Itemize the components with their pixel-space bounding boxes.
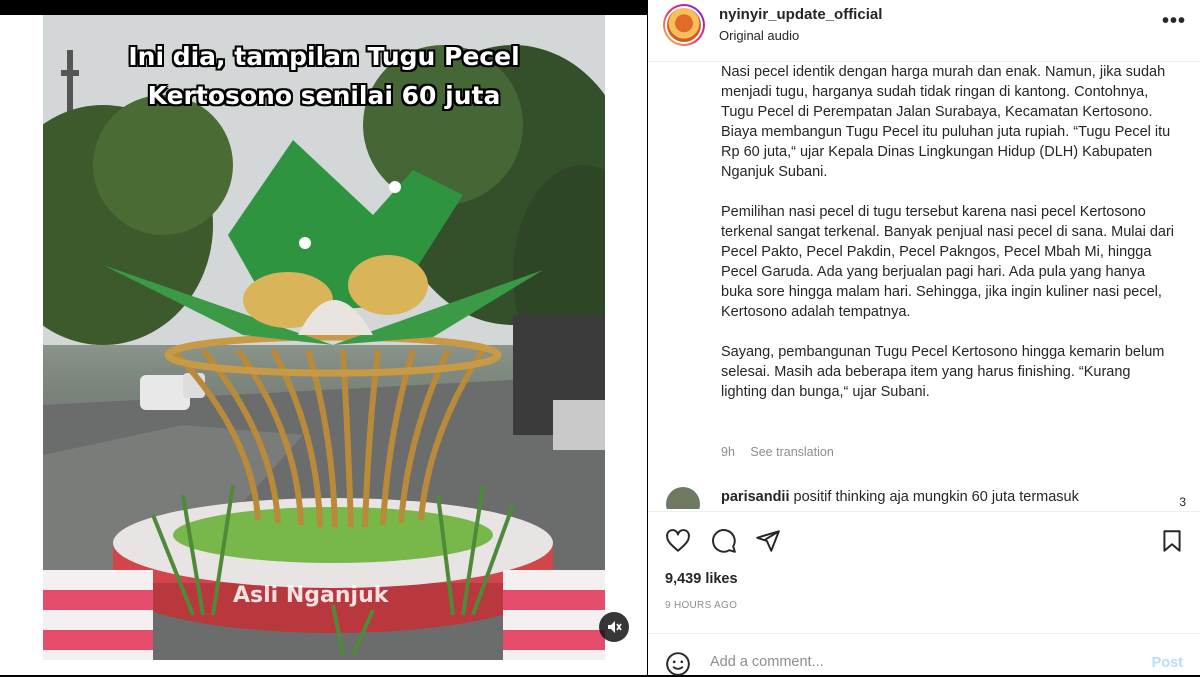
video-caption-line-2: Kertosono senilai 60 juta: [147, 81, 501, 110]
paper-plane-icon[interactable]: [755, 528, 781, 554]
comment-reply-count: 3: [1179, 495, 1186, 509]
media-top-bar: [0, 0, 647, 15]
action-bar: [648, 511, 1200, 561]
likes-count[interactable]: 9,439 likes: [665, 571, 738, 587]
caption-paragraph: Nasi pecel identik dengan harga murah da…: [721, 64, 1171, 180]
post-username[interactable]: nyinyir_update_official: [719, 6, 882, 23]
caption-paragraph: Pemilihan nasi pecel di tugu tersebut ka…: [721, 204, 1174, 320]
video-watermark: Asli Nganjuk: [233, 583, 389, 608]
post-details-panel: nyinyir_update_official Original audio •…: [648, 0, 1200, 677]
bookmark-icon[interactable]: [1159, 528, 1185, 554]
post-age: 9h: [721, 445, 735, 459]
comment-text: positif thinking aja mungkin 60 juta ter…: [793, 489, 1079, 505]
media-pane: Ini dia, tampilan Tugu Pecel Kertosono s…: [0, 0, 647, 675]
comment-text-row: parisandii positif thinking aja mungkin …: [721, 489, 1079, 505]
comment-input[interactable]: [710, 654, 1110, 670]
heart-icon[interactable]: [665, 528, 691, 554]
video-frame-illustration: [43, 15, 605, 660]
comment-username[interactable]: parisandii: [721, 489, 790, 505]
caption-paragraph: Sayang, pembangunan Tugu Pecel Kertosono…: [721, 344, 1165, 400]
instagram-post-modal: Ini dia, tampilan Tugu Pecel Kertosono s…: [0, 0, 1200, 677]
post-caption: Nasi pecel identik dengan harga murah da…: [721, 62, 1176, 422]
post-comment-button[interactable]: Post: [1152, 655, 1183, 671]
see-translation-link[interactable]: See translation: [750, 445, 833, 459]
post-timestamp: 9 HOURS AGO: [665, 600, 738, 611]
original-audio-link[interactable]: Original audio: [719, 28, 799, 43]
add-comment-bar: Post: [648, 633, 1200, 677]
post-video[interactable]: Ini dia, tampilan Tugu Pecel Kertosono s…: [43, 15, 605, 660]
post-header: nyinyir_update_official Original audio •…: [648, 0, 1200, 62]
speaker-muted-icon[interactable]: [599, 612, 629, 642]
video-caption-line-1: Ini dia, tampilan Tugu Pecel: [128, 42, 520, 71]
more-horizontal-icon[interactable]: •••: [1162, 10, 1186, 33]
comment-icon[interactable]: [711, 528, 737, 554]
smiley-icon[interactable]: [665, 651, 691, 677]
comment-avatar[interactable]: [666, 487, 700, 509]
comment-item: parisandii positif thinking aja mungkin …: [666, 487, 1186, 509]
avatar[interactable]: [663, 4, 705, 46]
caption-meta: 9h See translation: [721, 445, 846, 459]
